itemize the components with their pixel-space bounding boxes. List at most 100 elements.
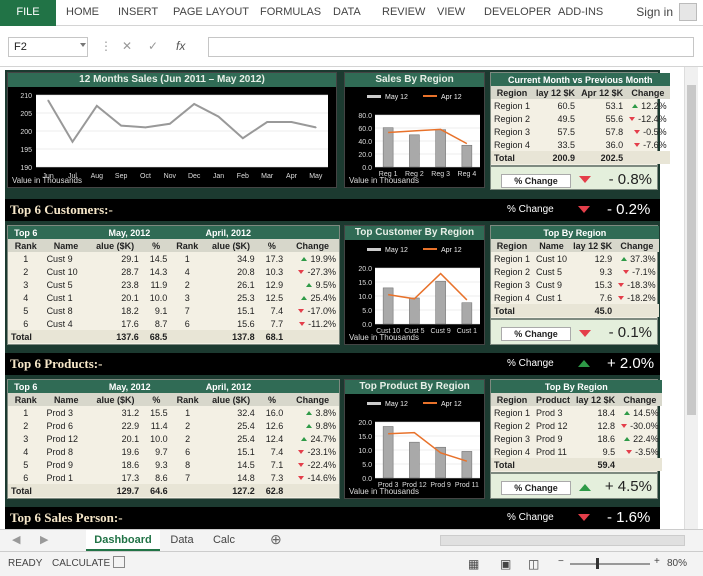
product-change-summary: % Change + 4.5% [490, 473, 658, 499]
section-header-customers: Top 6 Customers:- % Change - 0.2% [5, 199, 660, 221]
section-change-label: % Change [507, 512, 554, 523]
tab-insert[interactable]: INSERT [118, 0, 158, 26]
column-header: Region [491, 86, 534, 99]
top-product-by-region-chart[interactable]: Top Product By Region May 12 Apr 12 20.0 15… [344, 379, 485, 499]
tab-scroll-left-icon[interactable]: ◀ [12, 533, 20, 546]
tab-view[interactable]: VIEW [437, 0, 465, 26]
value: 20.1 [121, 433, 140, 444]
name-box[interactable]: F2 [8, 37, 88, 57]
tab-add-ins[interactable]: ADD-INS [558, 0, 603, 26]
tab-developer[interactable]: DEVELOPER [484, 0, 551, 26]
function-icon[interactable]: fx [176, 39, 185, 53]
change-value: -11.2% [308, 318, 336, 329]
section-title: Top 6 Customers:- [10, 202, 113, 217]
sales-by-region-chart[interactable]: Sales By Region May 12 Apr 12 80.0 60.0 40.0… [344, 72, 485, 188]
down-arrow-icon [579, 330, 591, 337]
macro-record-icon[interactable] [113, 556, 125, 568]
customer-change-summary: % Change - 0.1% [490, 319, 658, 345]
section-change-label: % Change [507, 358, 554, 369]
value: 18.6 [121, 459, 140, 470]
down-arrow-icon [621, 424, 628, 429]
zoom-in-icon[interactable]: + [654, 556, 660, 567]
current-value: 33.5 [557, 139, 576, 150]
percent: 15.5 [150, 407, 168, 418]
change-value: 22.4% [633, 433, 659, 444]
down-arrow-icon [578, 206, 590, 213]
previous-value: 57.8 [605, 126, 624, 137]
up-arrow-icon [632, 104, 639, 109]
y-tick-label: 60.0 [358, 126, 372, 133]
zoom-out-icon[interactable]: − [558, 556, 564, 567]
scroll-thumb[interactable] [687, 85, 696, 415]
up-arrow-icon [578, 360, 590, 367]
normal-view-icon[interactable]: ▦ [468, 557, 479, 571]
table-row: 2 Cust 10 28.7 14.3 4 20.8 10.3 -27.3% [8, 265, 339, 278]
page-break-view-icon[interactable]: ◫ [528, 557, 539, 571]
prev-value: 25.3 [237, 292, 255, 303]
tab-data-sheet[interactable]: Data [162, 530, 202, 551]
sales-12-months-chart[interactable]: 12 Months Sales (Jun 2011 – May 2012) 21… [7, 72, 337, 188]
data-point [120, 124, 122, 127]
table-row: Region 1 Cust 10 12.9 37.3% [491, 252, 659, 265]
zoom-slider-thumb[interactable] [596, 558, 599, 569]
name: Cust 5 [536, 266, 563, 277]
column-header: Rank [170, 239, 205, 252]
change-value: -12.4% [638, 113, 667, 124]
check-icon[interactable]: ✓ [148, 39, 158, 53]
sign-in-link[interactable]: Sign in [636, 0, 673, 24]
user-icon[interactable] [679, 3, 697, 21]
tab-data[interactable]: DATA [333, 0, 361, 26]
x-tick-label: May [309, 173, 323, 180]
y-tick-label: 20.0 [358, 266, 372, 273]
value: 17.3 [121, 472, 140, 483]
name: Prod 1 [46, 472, 74, 483]
change-value: 24.7% [310, 433, 336, 444]
total-prev-value: 127.2 [204, 484, 258, 497]
month2-label: April, 2012 [170, 226, 287, 239]
name: Cust 1 [46, 292, 73, 303]
tab-review[interactable]: REVIEW [382, 0, 425, 26]
add-sheet-icon[interactable]: ⊕ [270, 531, 282, 548]
value: 12.8 [597, 420, 616, 431]
horizontal-scrollbar[interactable] [440, 535, 685, 546]
column-header: lay 12 $K [573, 393, 619, 406]
page-layout-view-icon[interactable]: ▣ [500, 557, 511, 571]
tab-scroll-right-icon[interactable]: ▶ [40, 533, 48, 546]
prev-percent: 12.4 [265, 433, 284, 444]
top-customer-by-region-chart[interactable]: Top Customer By Region May 12 Apr 12 20.0 1… [344, 225, 485, 345]
total-value: 45.0 [570, 304, 616, 317]
up-arrow-icon [306, 283, 313, 288]
change-cell: -12.4% [626, 112, 670, 125]
down-arrow-icon [298, 450, 305, 455]
percent: 14.3 [149, 266, 168, 277]
total-label: Total [491, 458, 534, 471]
percent: 11.4 [150, 420, 168, 431]
x-tick-label: Cust 1 [457, 328, 477, 335]
vertical-scrollbar[interactable] [684, 67, 698, 529]
change-summary: % Change - 0.8% [490, 166, 658, 190]
tab-page-layout[interactable]: PAGE LAYOUT [173, 0, 249, 26]
formula-input[interactable] [208, 37, 694, 57]
rank: 3 [23, 433, 29, 444]
customer-top-by-region-table: Top By Region Region Name lay 12 $K Change Re… [490, 225, 659, 319]
rank: 1 [23, 253, 29, 264]
tab-formulas[interactable]: FORMULAS [260, 0, 321, 26]
region-name: Region 4 [494, 446, 531, 457]
file-tab[interactable]: FILE [0, 0, 56, 26]
column-header: Name [43, 393, 89, 406]
change-cell: 25.4% [286, 291, 339, 304]
change-value: 19.9% [310, 253, 336, 264]
tab-calc[interactable]: Calc [204, 530, 244, 551]
value: 22.9 [121, 420, 140, 431]
zoom-slider[interactable] [570, 563, 650, 565]
tab-home[interactable]: HOME [66, 0, 99, 26]
value: 9.5 [602, 446, 616, 457]
month1-label: May, 2012 [88, 226, 171, 239]
percent: 8.7 [154, 318, 168, 329]
tab-dashboard[interactable]: Dashboard [86, 530, 160, 551]
cancel-icon[interactable]: ✕ [122, 39, 132, 53]
value: 9.3 [599, 266, 613, 277]
legend-swatch [423, 95, 437, 97]
chevron-down-icon[interactable] [80, 43, 86, 47]
value: 23.8 [121, 279, 139, 290]
